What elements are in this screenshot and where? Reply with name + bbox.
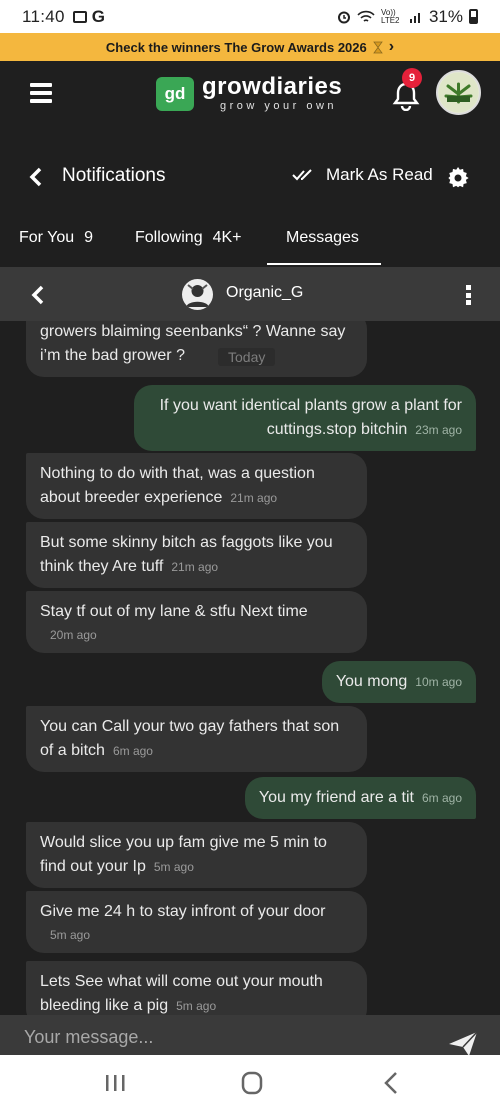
- send-icon[interactable]: [448, 1030, 478, 1058]
- carrier-label: Vo)) LTE2: [380, 7, 400, 25]
- tab-count: 4K+: [212, 229, 242, 246]
- message-text: Give me 24 h to stay infront of your doo…: [40, 903, 326, 920]
- message-text: You mong: [335, 673, 408, 690]
- message-outgoing: If you want identical plants grow a plan…: [134, 385, 476, 451]
- alarm-icon: [337, 11, 350, 23]
- cannabis-leaf-icon: [438, 72, 479, 113]
- growdiaries-logo[interactable]: gd growdiaries grow your own: [156, 75, 342, 112]
- avatar[interactable]: [182, 279, 213, 310]
- status-bar: 11:40 G Vo)) LTE2 31%: [0, 0, 500, 33]
- message-text: You can Call your two gay fathers that s…: [40, 718, 340, 759]
- message-time: 21m ago: [171, 560, 219, 574]
- message-time: 21m ago: [230, 491, 278, 505]
- status-time: 11:40: [22, 6, 65, 26]
- notification-tabs: For You 9 Following 4K+ Messages: [0, 218, 500, 266]
- system-navigation-bar: [0, 1055, 500, 1111]
- battery-percent: 31%: [428, 6, 463, 26]
- message-time: 5m ago: [50, 928, 91, 942]
- tab-label: Messages: [286, 229, 359, 246]
- message-outgoing: You mong 10m ago: [321, 661, 476, 703]
- message-incoming: growers blaiming seenbanks“ ? Wanne say …: [26, 321, 367, 377]
- message-incoming: Stay tf out of my lane & stfu Next time …: [26, 591, 367, 653]
- mark-as-read-button[interactable]: Mark As Read: [292, 165, 433, 185]
- gear-icon[interactable]: [447, 167, 469, 189]
- double-check-icon: [292, 169, 312, 181]
- page-title: Notifications: [62, 165, 166, 186]
- conversation-username[interactable]: Organic_G: [226, 284, 303, 302]
- grow-awards-banner[interactable]: Check the winners The Grow Awards 2026 ›: [0, 33, 500, 61]
- message-input[interactable]: [24, 1024, 424, 1050]
- message-time: 6m ago: [112, 744, 153, 758]
- tab-label: Following: [135, 229, 203, 246]
- message-time: 10m ago: [415, 675, 462, 689]
- conversation-header: Organic_G: [0, 267, 500, 321]
- message-time: 6m ago: [421, 791, 462, 805]
- logo-subtitle: grow your own: [220, 100, 338, 112]
- notification-count-badge: 9: [402, 68, 422, 88]
- message-incoming: Nothing to do with that, was a question …: [26, 453, 367, 519]
- banner-arrow: ›: [388, 38, 395, 55]
- wifi-icon: [357, 10, 375, 22]
- message-time: 23m ago: [415, 423, 462, 437]
- tab-count: 9: [84, 229, 94, 246]
- message-time: 5m ago: [176, 999, 217, 1013]
- message-outgoing: You my friend are a tit 6m ago: [244, 777, 476, 819]
- banner-text: Check the winners The Grow Awards 2026: [105, 39, 367, 55]
- menu-icon[interactable]: [30, 83, 52, 103]
- tab-for-you[interactable]: For You 9: [19, 218, 93, 266]
- message-text: Stay tf out of my lane & stfu Next time: [40, 603, 308, 620]
- google-icon: G: [91, 6, 106, 26]
- tab-label: For You: [19, 229, 75, 246]
- user-avatar-icon: [182, 279, 213, 310]
- message-text: You my friend are a tit: [258, 789, 414, 806]
- back-arrow-icon[interactable]: [30, 285, 46, 305]
- notifications-bar: Notifications Mark As Read: [0, 151, 500, 201]
- app-header: gd growdiaries grow your own 9: [0, 61, 500, 129]
- message-text: growers blaiming seenbanks“ ? Wanne say …: [40, 323, 346, 364]
- back-arrow-icon[interactable]: [28, 167, 44, 187]
- status-left-icons: G: [72, 6, 106, 27]
- message-list[interactable]: growers blaiming seenbanks“ ? Wanne say …: [0, 321, 500, 1015]
- gallery-icon: [72, 10, 87, 23]
- message-time: 5m ago: [153, 860, 194, 874]
- mark-as-read-label: Mark As Read: [326, 165, 433, 184]
- back-icon[interactable]: [377, 1069, 407, 1097]
- date-separator: Today: [218, 348, 276, 366]
- battery-icon: [469, 9, 478, 24]
- home-icon[interactable]: [237, 1069, 267, 1097]
- hourglass-icon: [372, 41, 383, 53]
- more-options-icon[interactable]: [466, 285, 472, 305]
- status-right-icons: Vo)) LTE2 31%: [337, 7, 478, 27]
- avatar[interactable]: [436, 70, 481, 115]
- logo-title: growdiaries: [202, 73, 343, 100]
- signal-icon: [409, 12, 420, 23]
- logo-badge: gd: [156, 76, 194, 111]
- message-incoming: But some skinny bitch as faggots like yo…: [26, 522, 367, 588]
- message-incoming: Lets See what will come out your mouth b…: [26, 961, 367, 1015]
- message-incoming: You can Call your two gay fathers that s…: [26, 706, 367, 772]
- tab-messages[interactable]: Messages: [286, 218, 359, 266]
- message-incoming: Give me 24 h to stay infront of your doo…: [26, 891, 367, 953]
- active-tab-indicator: [267, 263, 381, 265]
- recent-apps-icon[interactable]: [100, 1069, 130, 1097]
- message-composer: [0, 1015, 500, 1058]
- message-time: 20m ago: [50, 628, 97, 642]
- message-incoming: Would slice you up fam give me 5 min to …: [26, 822, 367, 888]
- tab-following[interactable]: Following 4K+: [135, 218, 242, 266]
